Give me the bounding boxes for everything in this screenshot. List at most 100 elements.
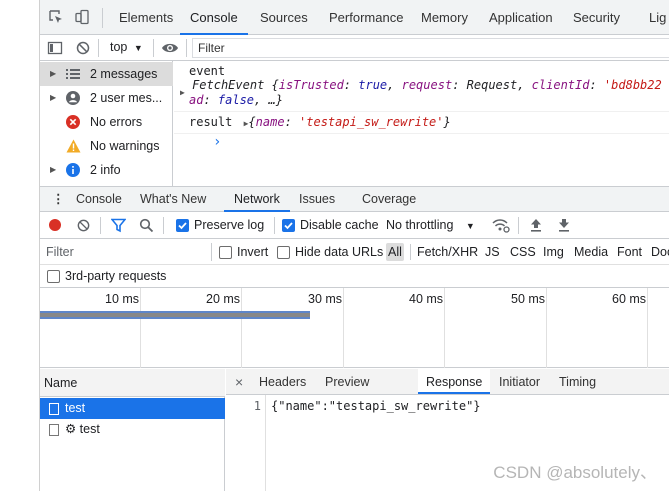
response-body[interactable]: {"name":"testapi_sw_rewrite"} <box>271 399 481 413</box>
tab-security[interactable]: Security <box>573 0 620 35</box>
toolbar-divider <box>98 39 99 57</box>
overview-tick-label: 10 ms <box>105 292 140 306</box>
toolbar-divider <box>153 39 154 57</box>
network-conditions-icon[interactable] <box>492 218 510 233</box>
expand-arrow-icon: ▶ <box>50 93 57 102</box>
request-name: ⚙ test <box>65 422 100 436</box>
preserve-log-label[interactable]: Preserve log <box>194 218 264 232</box>
type-filter-img[interactable]: Img <box>541 243 566 261</box>
name-column-header[interactable]: Name <box>40 369 225 397</box>
console-toolbar: top ▼ Filter <box>40 35 669 61</box>
object-key: clientId <box>531 78 590 92</box>
type-filter-js[interactable]: JS <box>483 243 502 261</box>
export-har-icon[interactable] <box>558 218 570 232</box>
network-overview[interactable]: 10 ms 20 ms 30 ms 40 ms 50 ms 60 ms <box>40 288 669 368</box>
dropdown-arrow-icon: ▼ <box>133 43 143 53</box>
overview-tick-label: 60 ms <box>612 292 647 306</box>
overview-tick-label: 50 ms <box>511 292 546 306</box>
drawer-tab-network[interactable]: Network <box>224 187 290 212</box>
tab-application[interactable]: Application <box>489 0 553 35</box>
invert-checkbox[interactable] <box>219 246 232 259</box>
type-filter-css[interactable]: CSS <box>508 243 538 261</box>
invert-label[interactable]: Invert <box>237 245 268 259</box>
clear-console-icon[interactable] <box>75 40 91 56</box>
log-event-label: event <box>189 64 226 78</box>
request-list: Name test ⚙ test <box>40 369 225 491</box>
drawer-tab-issues[interactable]: Issues <box>299 187 335 212</box>
type-filter-media[interactable]: Media <box>572 243 610 261</box>
live-expression-eye-icon[interactable] <box>161 41 179 55</box>
request-row[interactable]: test <box>40 398 225 419</box>
throttling-select[interactable]: No throttling ▼ <box>386 218 475 232</box>
toolbar-divider <box>163 217 164 234</box>
filter-funnel-icon[interactable] <box>111 218 126 233</box>
context-selector[interactable]: top ▼ <box>110 40 143 54</box>
fetch-event-object[interactable]: ▶ FetchEvent {isTrusted: true, request: … <box>180 78 662 97</box>
devtools-panel: Elements Console Sources Performance Mem… <box>40 0 669 491</box>
context-label: top <box>110 40 128 54</box>
hide-data-urls-label[interactable]: Hide data URLs <box>295 245 383 259</box>
warning-icon <box>66 139 81 153</box>
message-divider <box>174 111 669 112</box>
fetch-event-object-cont: ad: false, …} <box>189 93 283 107</box>
clear-network-icon[interactable] <box>76 218 91 233</box>
overview-request-bar <box>40 311 310 319</box>
type-filter-font[interactable]: Font <box>615 243 644 261</box>
overview-gridline <box>140 288 141 368</box>
watermark-text: CSDN @absolutely、 <box>493 463 657 482</box>
toolbar-divider <box>186 39 187 57</box>
sidebar-item-label: No warnings <box>90 139 160 153</box>
network-toolbar: Preserve log Disable cache No throttling… <box>40 212 669 239</box>
tab-sources[interactable]: Sources <box>260 0 308 35</box>
drawer-menu-icon[interactable]: ⋮ <box>52 187 65 212</box>
tab-console[interactable]: Console <box>180 0 248 35</box>
tab-elements[interactable]: Elements <box>119 0 173 35</box>
object-value: false <box>217 93 255 107</box>
type-filter-doc[interactable]: Doc <box>649 243 669 261</box>
object-tail: , …} <box>254 93 283 107</box>
sidebar-item-messages[interactable]: ▶ 2 messages <box>40 62 173 86</box>
sidebar-item-info[interactable]: ▶ 2 info <box>40 158 173 182</box>
disable-cache-checkbox[interactable] <box>282 219 295 232</box>
third-party-checkbox[interactable] <box>47 270 60 283</box>
type-filter-fetch-xhr[interactable]: Fetch/XHR <box>415 243 480 261</box>
show-sidebar-icon[interactable] <box>47 40 63 56</box>
inspect-element-icon[interactable] <box>48 9 64 25</box>
tab-timing[interactable]: Timing <box>559 369 596 394</box>
network-filter-input[interactable]: Filter <box>40 241 206 263</box>
overview-tick-label: 20 ms <box>206 292 241 306</box>
checkmark-icon <box>284 222 293 230</box>
drawer-tab-console[interactable]: Console <box>76 187 122 212</box>
sidebar-item-warnings[interactable]: No warnings <box>40 134 173 158</box>
tab-headers[interactable]: Headers <box>259 369 306 394</box>
console-filter-input[interactable]: Filter <box>192 38 669 58</box>
network-filter-bar: Filter Invert Hide data URLs All Fetch/X… <box>40 239 669 265</box>
tab-response[interactable]: Response <box>418 369 491 394</box>
object-key: request <box>401 78 453 92</box>
request-row[interactable]: ⚙ test <box>40 419 225 440</box>
toolbar-divider <box>102 8 103 28</box>
import-har-icon[interactable] <box>530 218 542 232</box>
close-icon[interactable]: × <box>235 369 243 394</box>
preserve-log-checkbox[interactable] <box>176 219 189 232</box>
request-name: test <box>65 401 86 415</box>
device-toolbar-icon[interactable] <box>74 9 90 25</box>
disable-cache-label[interactable]: Disable cache <box>300 218 379 232</box>
type-filter-all[interactable]: All <box>386 243 404 261</box>
tab-memory[interactable]: Memory <box>421 0 468 35</box>
search-icon[interactable] <box>139 218 154 233</box>
sidebar-item-label: 2 info <box>90 163 121 177</box>
record-icon[interactable] <box>48 218 62 232</box>
drawer-tab-whats-new[interactable]: What's New <box>140 187 206 212</box>
drawer-tab-coverage[interactable]: Coverage <box>362 187 416 212</box>
tab-lighthouse[interactable]: Lig <box>649 0 666 35</box>
third-party-label[interactable]: 3rd-party requests <box>65 269 166 283</box>
tab-initiator[interactable]: Initiator <box>499 369 540 394</box>
tab-performance[interactable]: Performance <box>329 0 403 35</box>
sidebar-item-errors[interactable]: No errors <box>40 110 173 134</box>
tab-preview[interactable]: Preview <box>325 369 369 394</box>
hide-data-urls-checkbox[interactable] <box>277 246 290 259</box>
sidebar-item-user-messages[interactable]: ▶ 2 user mes... <box>40 86 173 110</box>
console-prompt-icon[interactable]: › <box>213 134 221 150</box>
error-icon <box>66 115 80 129</box>
